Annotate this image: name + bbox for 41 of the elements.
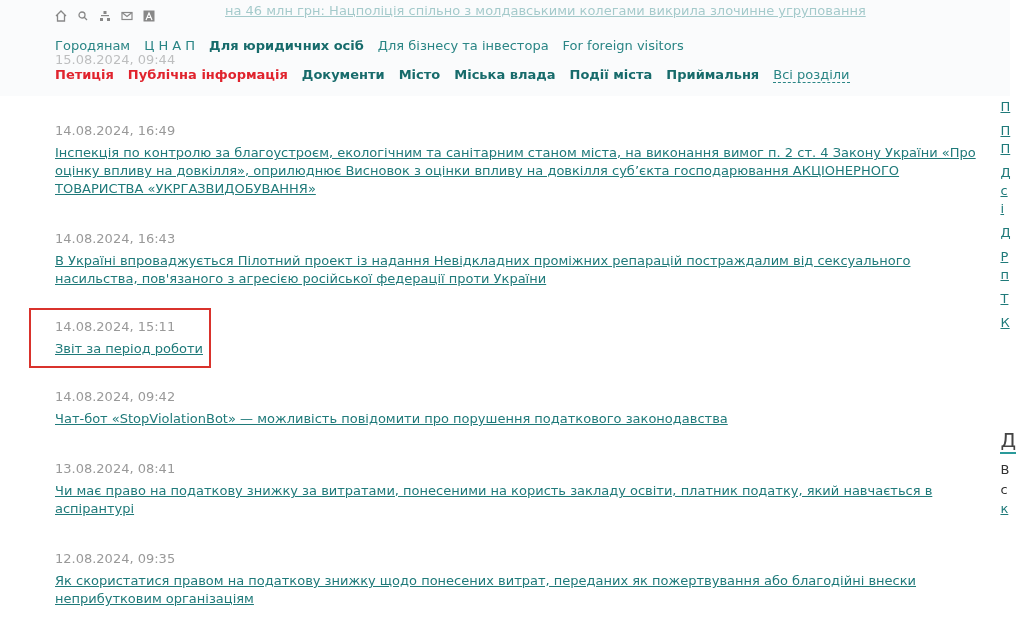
nav-link[interactable]: For foreign visitors [562, 38, 684, 53]
news-link[interactable]: Звіт за період роботи [55, 340, 203, 358]
section-link[interactable]: Приймальня [666, 67, 760, 82]
sidebar-link[interactable]: П П [1000, 122, 1024, 158]
font-icon[interactable] [143, 10, 155, 22]
sidebar-link[interactable]: к [1000, 500, 1024, 518]
news-date: 14.08.2024, 16:49 [55, 122, 176, 140]
section-link[interactable]: Події міста [569, 67, 653, 82]
news-date: 12.08.2024, 09:35 [55, 550, 176, 568]
section-link[interactable]: Всі розділи [773, 67, 850, 83]
sidebar-link[interactable]: П [1000, 98, 1024, 116]
news-link[interactable]: Чи має право на податкову знижку за витратами, понесеними на користь закладу освіти, платник податку, який навчається в аспірантурі [55, 482, 983, 518]
nav-link[interactable]: Для бізнесу та інвестора [377, 38, 549, 53]
nav-link[interactable]: Ц Н А П [144, 38, 196, 53]
section-link[interactable]: Публічна інформація [127, 67, 288, 82]
section-link[interactable]: Міська влада [454, 67, 556, 82]
section-link[interactable]: Документи [301, 67, 385, 82]
nav-link[interactable]: Для юридичних осіб [209, 38, 364, 53]
news-link[interactable]: Як скористатися правом на податкову знижку щодо понесених витрат, переданих як пожертвування або благодійні внески неприбутковим організаціям [55, 572, 983, 608]
news-link[interactable]: Чат-бот «StopViolationBot» — можливість повідомити про порушення податкового законодавства [55, 410, 728, 428]
mail-icon[interactable] [121, 10, 133, 22]
sidebar-link[interactable]: Р п [1000, 248, 1024, 284]
sidebar-link[interactable]: Д [1000, 224, 1024, 242]
news-date: 14.08.2024, 16:43 [55, 230, 176, 248]
sitemap-icon[interactable] [99, 10, 111, 22]
news-date: 14.08.2024, 09:42 [55, 388, 176, 406]
news-link[interactable]: В Україні впроваджується Пілотний проект із надання Невідкладних проміжних репарацій постраждалим від сексуального насильства, пов'язаного з агресією російської федерації проти України [55, 252, 983, 288]
section-link[interactable]: Місто [398, 67, 441, 82]
sidebar-text: В с [1000, 461, 1011, 499]
news-date: 14.08.2024, 15:11 [55, 318, 176, 336]
news-date: 15.08.2024, 09:44 [55, 52, 177, 67]
news-date: 13.08.2024, 08:41 [55, 460, 176, 478]
sidebar-link[interactable]: Т [1000, 290, 1024, 308]
section-link[interactable]: Петиція [55, 67, 114, 82]
sidebar-link[interactable]: Д с і [1000, 164, 1024, 218]
search-icon[interactable] [77, 10, 89, 22]
sidebar-link[interactable]: К [1000, 314, 1024, 332]
nav-link[interactable]: Городянам [55, 38, 131, 53]
news-link[interactable]: Інспекція по контролю за благоустроєм, екологічним та санітарним станом міста, на виконання вимог п. 2 ст. 4 Закону України «Про оцінку впливу на довкілля», оприлюднює Висновок з оцінки впливу на довкілля суб’єкта господарювання АКЦІОНЕРНОГО ТОВАРИСТВА «УКРГАЗВИДОБУВАННЯ» [55, 144, 983, 198]
home-icon[interactable] [55, 10, 67, 22]
sidebar-heading: Д [1000, 428, 1017, 454]
